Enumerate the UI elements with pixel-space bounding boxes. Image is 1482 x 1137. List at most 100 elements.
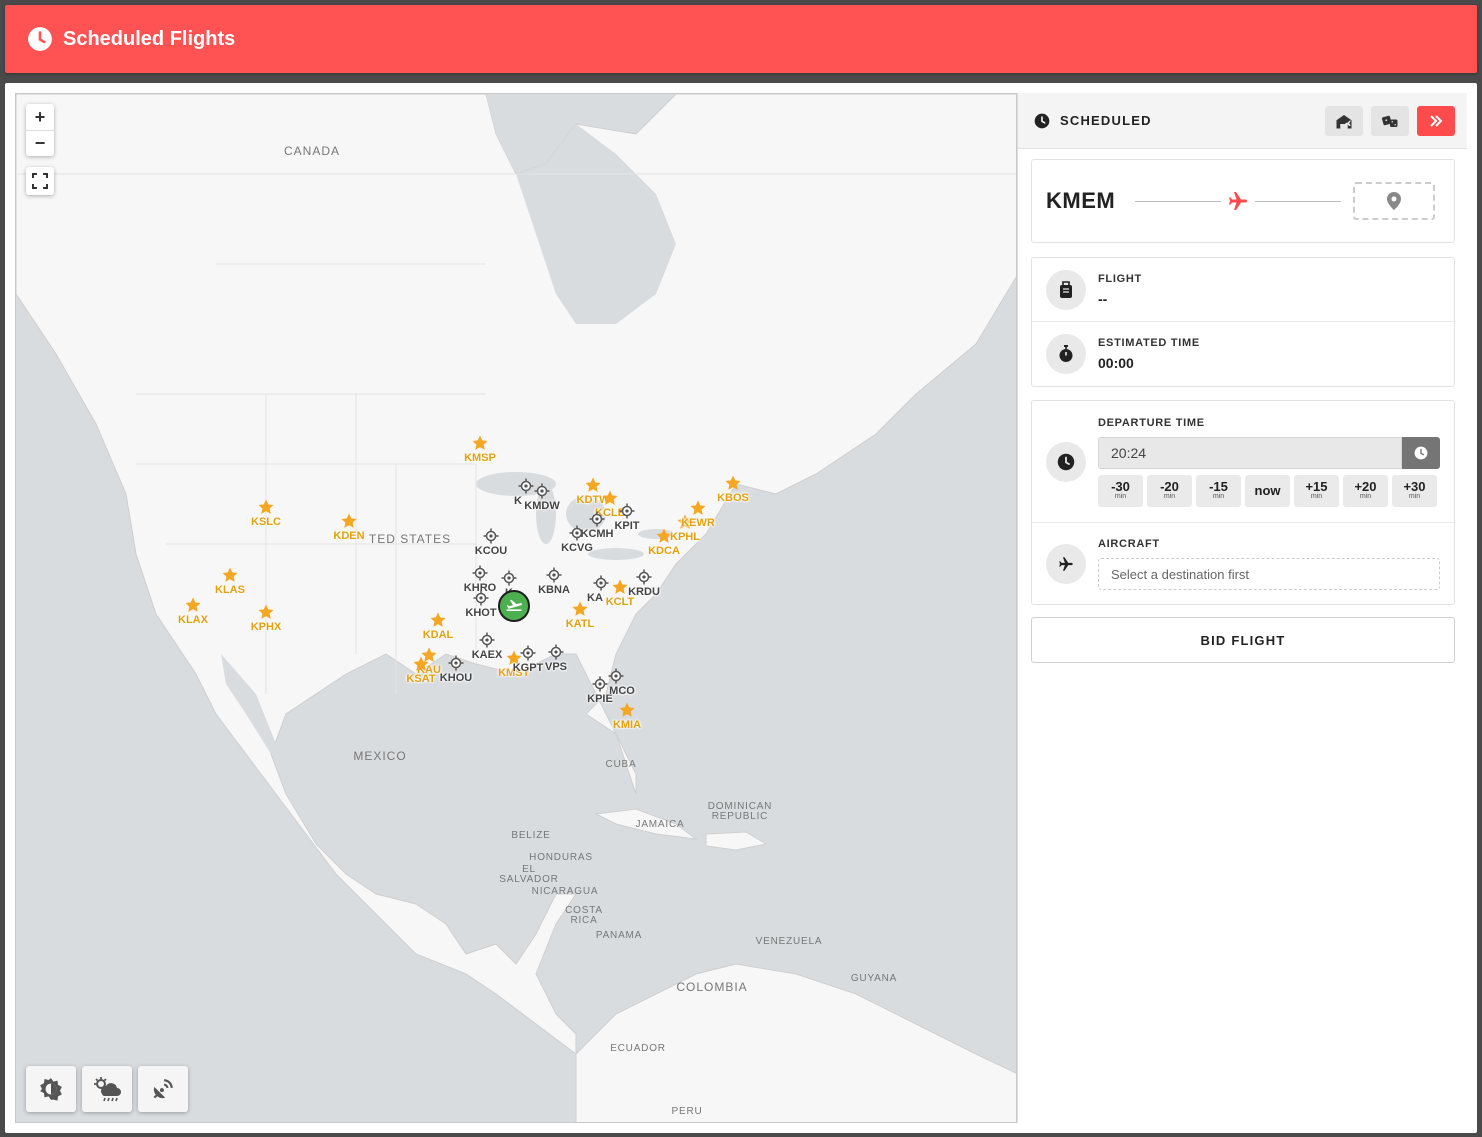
crosshair-icon	[473, 590, 489, 606]
estimated-time-label: ESTIMATED TIME	[1098, 337, 1200, 349]
flight-info-card: FLIGHT -- ESTIMATED TIME 00:00	[1031, 257, 1455, 387]
label-belize: BELIZE	[511, 830, 551, 841]
star-icon	[612, 579, 628, 594]
zoom-controls: + −	[26, 104, 54, 156]
hangar-icon	[1336, 114, 1352, 128]
clock-icon	[28, 27, 52, 51]
route-line	[1135, 200, 1222, 202]
crosshair-icon	[589, 511, 605, 527]
zoom-in-button[interactable]: +	[26, 104, 54, 130]
destination-selector[interactable]	[1353, 182, 1436, 220]
stopwatch-icon-container	[1046, 334, 1086, 374]
label-guyana: GUYANA	[850, 973, 898, 984]
crosshair-icon	[636, 569, 652, 585]
clock-icon	[1057, 453, 1075, 470]
label-canada: CANADA	[283, 144, 341, 158]
weather-button[interactable]	[82, 1066, 132, 1112]
star-icon	[725, 475, 741, 490]
offset-minus-30-button[interactable]: -30 min	[1098, 474, 1143, 507]
stopwatch-icon	[1059, 345, 1073, 362]
star-icon	[413, 656, 429, 671]
map-pin-icon	[1387, 192, 1402, 210]
departure-row: DEPARTURE TIME 20:24 -30 min -20 min -15 mi…	[1032, 401, 1454, 523]
route-card: KMEM	[1031, 159, 1455, 243]
offset-minus-15-button[interactable]: -15 min	[1196, 474, 1241, 507]
app-header: Scheduled Flights	[5, 5, 1477, 73]
offset-plus-30-button[interactable]: +30 min	[1392, 474, 1437, 507]
departure-card: DEPARTURE TIME 20:24 -30 min -20 min -15 mi…	[1031, 400, 1455, 605]
origin-airport-marker[interactable]	[498, 590, 530, 622]
zoom-out-button[interactable]: −	[26, 130, 54, 156]
luggage-icon-container	[1046, 269, 1086, 310]
label-cuba: CUBA	[605, 759, 637, 770]
star-icon	[341, 513, 357, 528]
crosshair-icon	[619, 503, 635, 519]
label-panama: PANAMA	[595, 930, 643, 941]
estimated-time-value: 00:00	[1098, 355, 1134, 371]
airplane-icon	[1059, 557, 1073, 571]
crosshair-icon	[548, 644, 564, 660]
star-icon	[258, 604, 274, 619]
fullscreen-button[interactable]	[26, 167, 54, 195]
crosshair-icon	[479, 632, 495, 648]
star-icon	[472, 435, 488, 450]
dice-icon	[1381, 115, 1398, 127]
offset-plus-20-button[interactable]: +20 min	[1343, 474, 1388, 507]
label-colombia: COLOMBIA	[676, 980, 748, 994]
crosshair-icon	[520, 645, 536, 661]
weather-icon	[94, 1077, 121, 1102]
flight-label: FLIGHT	[1098, 272, 1142, 285]
map-tools	[26, 1066, 188, 1112]
route-line	[1255, 200, 1342, 202]
star-icon	[430, 612, 446, 627]
star-icon	[222, 567, 238, 582]
label-ecuador: ECUADOR	[610, 1043, 666, 1054]
clock-icon	[1414, 446, 1428, 459]
label-costa-rica: COSTA RICA	[565, 905, 603, 926]
star-icon	[602, 490, 618, 505]
hangar-button[interactable]	[1325, 105, 1363, 136]
offset-minus-20-button[interactable]: -20 min	[1147, 474, 1192, 507]
radar-icon	[153, 1079, 173, 1099]
bid-flight-button[interactable]: BID FLIGHT	[1031, 617, 1455, 663]
airplane-icon-container	[1046, 544, 1086, 584]
double-chevron-right-icon	[1430, 114, 1443, 127]
fullscreen-icon	[32, 173, 48, 189]
brightness-icon	[40, 1078, 62, 1101]
crosshair-icon	[593, 575, 609, 591]
crosshair-icon	[608, 668, 624, 684]
crosshair-icon	[534, 483, 550, 499]
label-honduras: HONDURAS	[529, 852, 593, 863]
aircraft-row: AIRCRAFT Select a destination first	[1032, 523, 1454, 605]
departure-time-field[interactable]: 20:24	[1098, 436, 1402, 469]
star-icon	[690, 500, 706, 515]
scheduled-panel: SCHEDULED KMEM FLIGHT -- ESTIMATED TIME …	[1017, 93, 1467, 1123]
clock-icon-container	[1046, 441, 1086, 482]
dice-button[interactable]	[1371, 105, 1409, 136]
label-mexico: MEXICO	[353, 749, 407, 763]
crosshair-icon	[483, 528, 499, 544]
label-jamaica: JAMAICA	[635, 819, 685, 830]
departure-time-input: 20:24	[1098, 436, 1440, 469]
label-nicaragua: NICARAGUA	[531, 886, 599, 897]
brightness-button[interactable]	[26, 1066, 76, 1112]
star-icon	[619, 702, 635, 717]
crosshair-icon	[546, 567, 562, 583]
flight-map[interactable]: CANADA TED STATES MEXICO CUBA DOMINICAN …	[15, 93, 1017, 1123]
radar-button[interactable]	[138, 1066, 188, 1112]
crosshair-icon	[472, 565, 488, 581]
crosshair-icon	[569, 525, 585, 541]
origin-icao: KMEM	[1046, 188, 1116, 213]
offset-plus-15-button[interactable]: +15 min	[1294, 474, 1339, 507]
clock-icon	[1034, 113, 1050, 128]
offset-now-button[interactable]: now	[1245, 474, 1290, 507]
flight-value: --	[1098, 290, 1108, 307]
aircraft-select[interactable]: Select a destination first	[1098, 558, 1440, 590]
estimated-time-row: ESTIMATED TIME 00:00	[1032, 322, 1454, 386]
time-picker-button[interactable]	[1402, 436, 1440, 469]
star-icon	[185, 597, 201, 612]
crosshair-icon	[448, 655, 464, 671]
label-venezuela: VENEZUELA	[755, 936, 823, 947]
departure-time-label: DEPARTURE TIME	[1098, 416, 1205, 429]
collapse-panel-button[interactable]	[1417, 105, 1455, 136]
